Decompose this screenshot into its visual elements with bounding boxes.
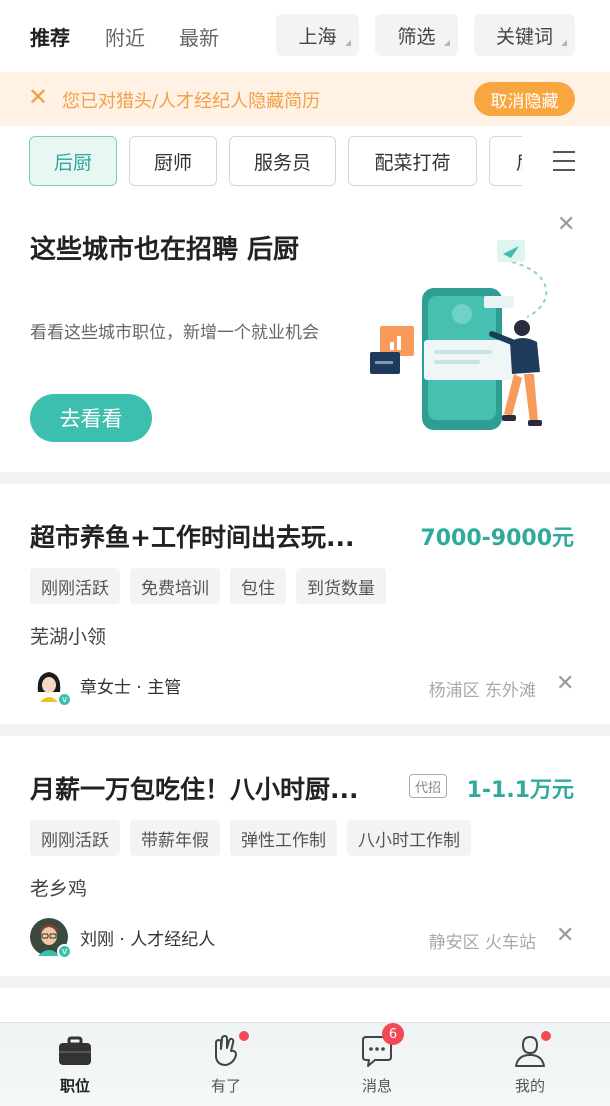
close-icon[interactable]: ✕ [556,923,574,948]
city-dropdown[interactable]: 上海 [276,14,359,56]
job-location: 杨浦区 东外滩 [428,681,536,701]
chip-category[interactable]: 厨师 [129,136,217,186]
nav-me[interactable]: 我的 [490,1031,570,1103]
nav-label: 职位 [59,1077,90,1095]
message-count-badge: 6 [382,1023,404,1045]
keyword-dropdown-label: 关键词 [495,25,553,48]
job-tag: 免费培训 [130,568,220,604]
tab-recommend[interactable]: 推荐 [30,22,70,51]
cancel-hide-button[interactable]: 取消隐藏 [474,82,575,116]
nav-messages[interactable]: 6 消息 [337,1023,417,1103]
dropdown-corner-icon [561,40,567,46]
filter-dropdown-label: 筛选 [397,25,436,48]
job-card[interactable]: 月薪一万包吃住！八小时厨... 代招 1-1.1万元 刚刚活跃 带薪年假 弹性工… [0,736,610,976]
dropdown-corner-icon [345,40,351,46]
job-card[interactable]: 超市养鱼+工作时间出去玩... 7000-9000元 刚刚活跃 免费培训 包住 … [0,484,610,724]
close-icon[interactable]: ✕ [28,84,48,110]
chat-icon: 6 [359,1023,404,1069]
job-salary: 7000-9000元 [420,526,574,551]
job-tag: 弹性工作制 [230,820,337,856]
bottom-nav: 职位 有了 6 消息 我的 [0,1022,610,1106]
job-feed-screen: 推荐 附近 最新 上海 筛选 关键词 ✕ 您已对猎头/人才经纪人隐藏简历 取消隐… [0,0,610,1106]
avatar: v [30,918,72,959]
job-tag: 八小时工作制 [347,820,471,856]
verified-icon: v [57,944,72,959]
job-tags: 刚刚活跃 带薪年假 弹性工作制 八小时工作制 [30,820,471,856]
city-promo-card: ✕ 这些城市也在招聘 后厨 看看这些城市职位，新增一个就业机会 去看看 [0,198,610,472]
recruiter-info: v 章女士 · 主管 [30,666,182,707]
keyword-dropdown[interactable]: 关键词 [474,14,575,56]
job-tag: 到货数量 [296,568,386,604]
city-dropdown-label: 上海 [298,25,337,48]
company-name: 芜湖小领 [30,626,107,648]
notice-text: 您已对猎头/人才经纪人隐藏简历 [62,91,321,112]
user-icon [512,1031,551,1069]
job-tags: 刚刚活跃 免费培训 包住 到货数量 [30,568,386,604]
filter-dropdown[interactable]: 筛选 [375,14,458,56]
job-title: 月薪一万包吃住！八小时厨... [30,775,359,804]
job-location: 静安区 火车站 [428,933,536,953]
notification-dot [239,1031,249,1041]
company-name: 老乡鸡 [30,878,88,900]
job-tag: 带薪年假 [130,820,220,856]
job-tag: 包住 [230,568,286,604]
tab-nearby[interactable]: 附近 [105,22,145,51]
verified-icon: v [57,692,72,707]
hidden-resume-notice: ✕ 您已对猎头/人才经纪人隐藏简历 取消隐藏 [0,72,610,126]
chip-category[interactable]: 服务员 [229,136,336,186]
nav-youle[interactable]: 有了 [186,1031,266,1103]
top-filter-bar: 推荐 附近 最新 上海 筛选 关键词 [0,0,610,72]
category-chip-bar: 后厨 厨师 服务员 配菜打荷 后 [0,126,610,198]
promo-illustration [370,240,548,430]
promo-title: 这些城市也在招聘 后厨 [30,235,300,265]
agency-badge: 代招 [409,774,448,798]
promo-subtitle: 看看这些城市职位，新增一个就业机会 [30,323,319,343]
recruiter-info: v 刘刚 · 人才经纪人 [30,918,216,959]
job-tag: 刚刚活跃 [30,568,120,604]
recruiter-name: 刘刚 · 人才经纪人 [80,929,216,950]
job-tag: 刚刚活跃 [30,820,120,856]
avatar: v [30,666,72,707]
dropdown-corner-icon [444,40,450,46]
hand-icon [208,1031,249,1069]
chip-category[interactable]: 后厨 [29,136,117,186]
nav-jobs[interactable]: 职位 [35,1033,115,1103]
menu-icon[interactable] [553,150,575,172]
job-salary: 1-1.1万元 [466,778,574,803]
notification-dot [541,1031,551,1041]
recruiter-name: 章女士 · 主管 [80,677,182,698]
job-title: 超市养鱼+工作时间出去玩... [30,523,355,552]
nav-label: 有了 [210,1077,241,1095]
chip-category[interactable]: 配菜打荷 [348,136,477,186]
nav-label: 消息 [361,1077,392,1095]
nav-label: 我的 [514,1077,545,1095]
tab-latest[interactable]: 最新 [179,22,219,51]
briefcase-icon [57,1033,93,1069]
go-see-button[interactable]: 去看看 [30,394,152,442]
close-icon[interactable]: ✕ [556,671,574,696]
